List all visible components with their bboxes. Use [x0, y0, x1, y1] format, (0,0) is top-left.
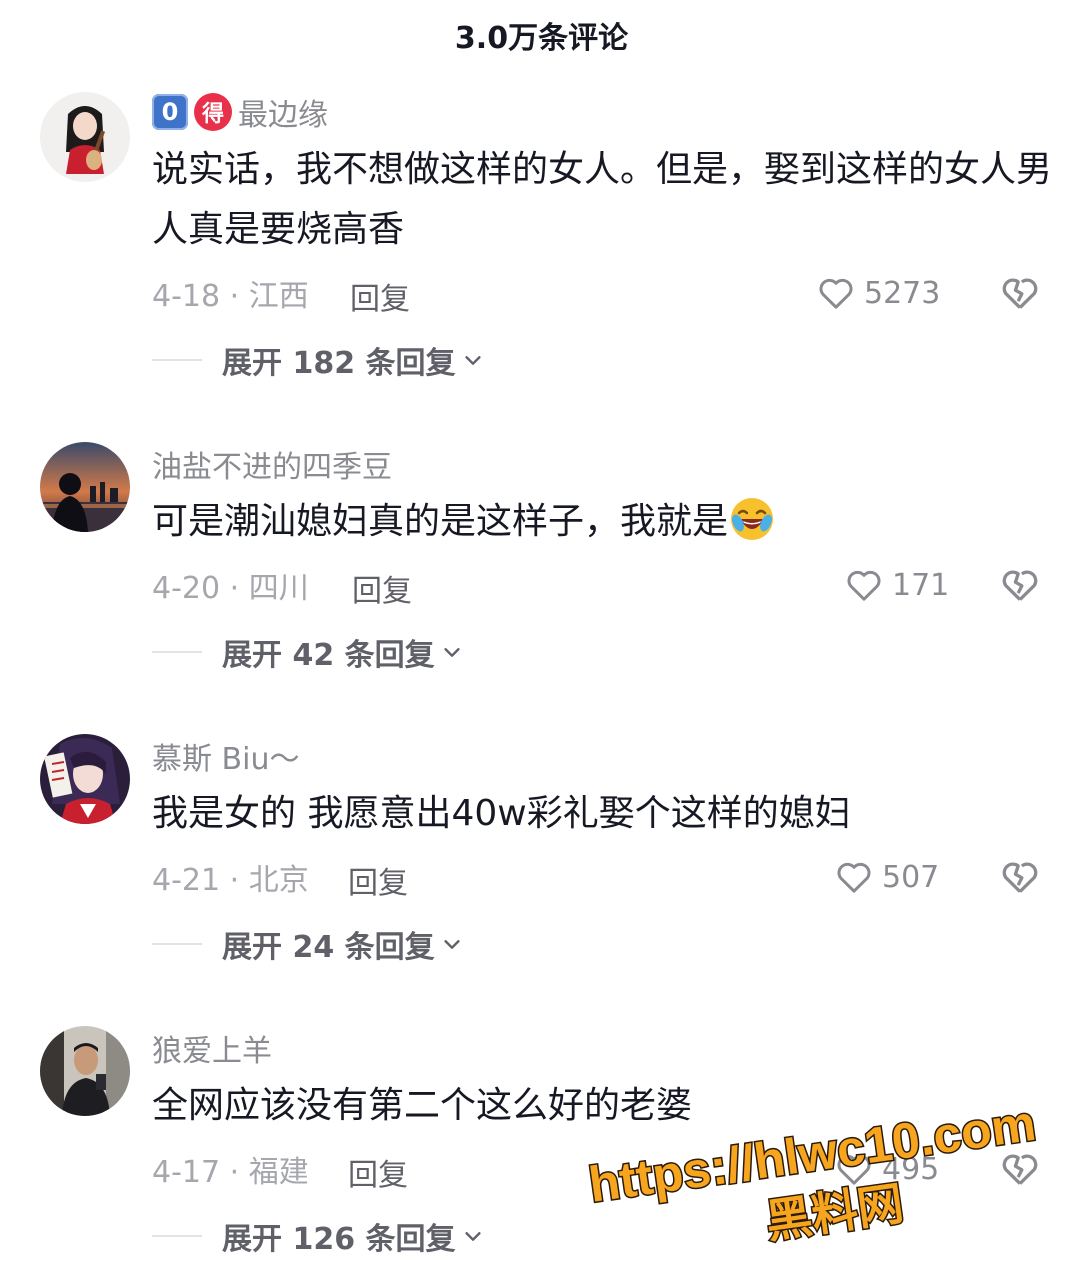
username[interactable]: 油盐不进的四季豆: [152, 442, 392, 486]
divider: [152, 1235, 202, 1237]
avatar[interactable]: [40, 92, 130, 182]
like-count: 507: [882, 859, 940, 895]
heart-outline-icon: [847, 570, 881, 601]
reply-button[interactable]: 回复: [352, 566, 412, 610]
date-location: 4-20 · 四川: [152, 571, 309, 606]
divider: [152, 651, 202, 653]
date-location: 4-18 · 江西: [152, 279, 309, 314]
broken-heart-icon[interactable]: [998, 854, 1042, 898]
comment-meta: 4-17 · 福建: [152, 1144, 309, 1194]
comment-text-content: 可是潮汕媳妇真的是这样子，我就是: [152, 501, 729, 542]
expand-replies-label: 展开 126 条回复: [222, 1222, 456, 1257]
comment-meta: 4-18 · 江西: [152, 268, 309, 318]
comments-header: 3.0万条评论: [0, 0, 1083, 70]
laughing-emoji-icon: [731, 498, 774, 540]
broken-heart-icon[interactable]: [998, 562, 1042, 606]
heart-outline-icon: [837, 862, 871, 893]
expand-replies[interactable]: 展开 126 条回复: [152, 1214, 484, 1258]
username[interactable]: 最边缘: [238, 90, 328, 134]
like-count: 5273: [864, 275, 941, 311]
heart-outline-icon: [837, 1154, 871, 1185]
comment-meta: 4-20 · 四川: [152, 560, 309, 610]
like-count: 495: [882, 1151, 940, 1187]
level-badge: 0: [152, 94, 188, 130]
expand-replies-label: 展开 24 条回复: [222, 930, 435, 965]
broken-heart-icon[interactable]: [998, 270, 1042, 314]
chevron-down-icon: [444, 940, 460, 949]
avatar[interactable]: [40, 442, 130, 532]
expand-replies-label: 展开 42 条回复: [222, 638, 435, 673]
expand-replies[interactable]: 展开 182 条回复: [152, 338, 484, 382]
expand-replies[interactable]: 展开 42 条回复: [152, 630, 463, 674]
broken-heart-icon[interactable]: [998, 1146, 1042, 1190]
username[interactable]: 慕斯 Biu～: [152, 734, 299, 778]
comment-text: 我是女的 我愿意出40w彩礼娶个这样的媳妇: [152, 793, 851, 834]
comment-count-title: 3.0万条评论: [454, 21, 629, 56]
comment-meta: 4-21 · 北京: [152, 852, 309, 902]
avatar[interactable]: [40, 734, 130, 824]
chevron-down-icon: [444, 648, 460, 657]
date-location: 4-21 · 北京: [152, 863, 309, 898]
expand-replies[interactable]: 展开 24 条回复: [152, 922, 463, 966]
avatar[interactable]: [40, 1026, 130, 1116]
reply-button[interactable]: 回复: [348, 1150, 408, 1194]
reply-button[interactable]: 回复: [350, 274, 410, 318]
date-location: 4-17 · 福建: [152, 1155, 309, 1190]
chevron-down-icon: [464, 356, 481, 365]
chevron-down-icon: [464, 1232, 481, 1241]
username[interactable]: 狼爱上羊: [152, 1026, 272, 1070]
heart-outline-icon: [819, 278, 853, 309]
like-button[interactable]: 5273: [816, 268, 940, 318]
reply-button[interactable]: 回复: [348, 858, 408, 902]
de-badge: 得: [194, 93, 232, 131]
divider: [152, 943, 202, 945]
divider: [152, 359, 202, 361]
expand-replies-label: 展开 182 条回复: [222, 346, 456, 381]
like-button[interactable]: 495: [834, 1144, 939, 1194]
like-count: 171: [892, 567, 950, 603]
comment-text: 全网应该没有第二个这么好的老婆: [152, 1085, 693, 1126]
like-button[interactable]: 171: [844, 560, 949, 610]
like-button[interactable]: 507: [834, 852, 939, 902]
comment-text: 可是潮汕媳妇真的是这样子，我就是: [152, 492, 1052, 552]
comment-text: 说实话，我不想做这样的女人。但是，娶到这样的女人男人真是要烧高香: [152, 149, 1053, 250]
